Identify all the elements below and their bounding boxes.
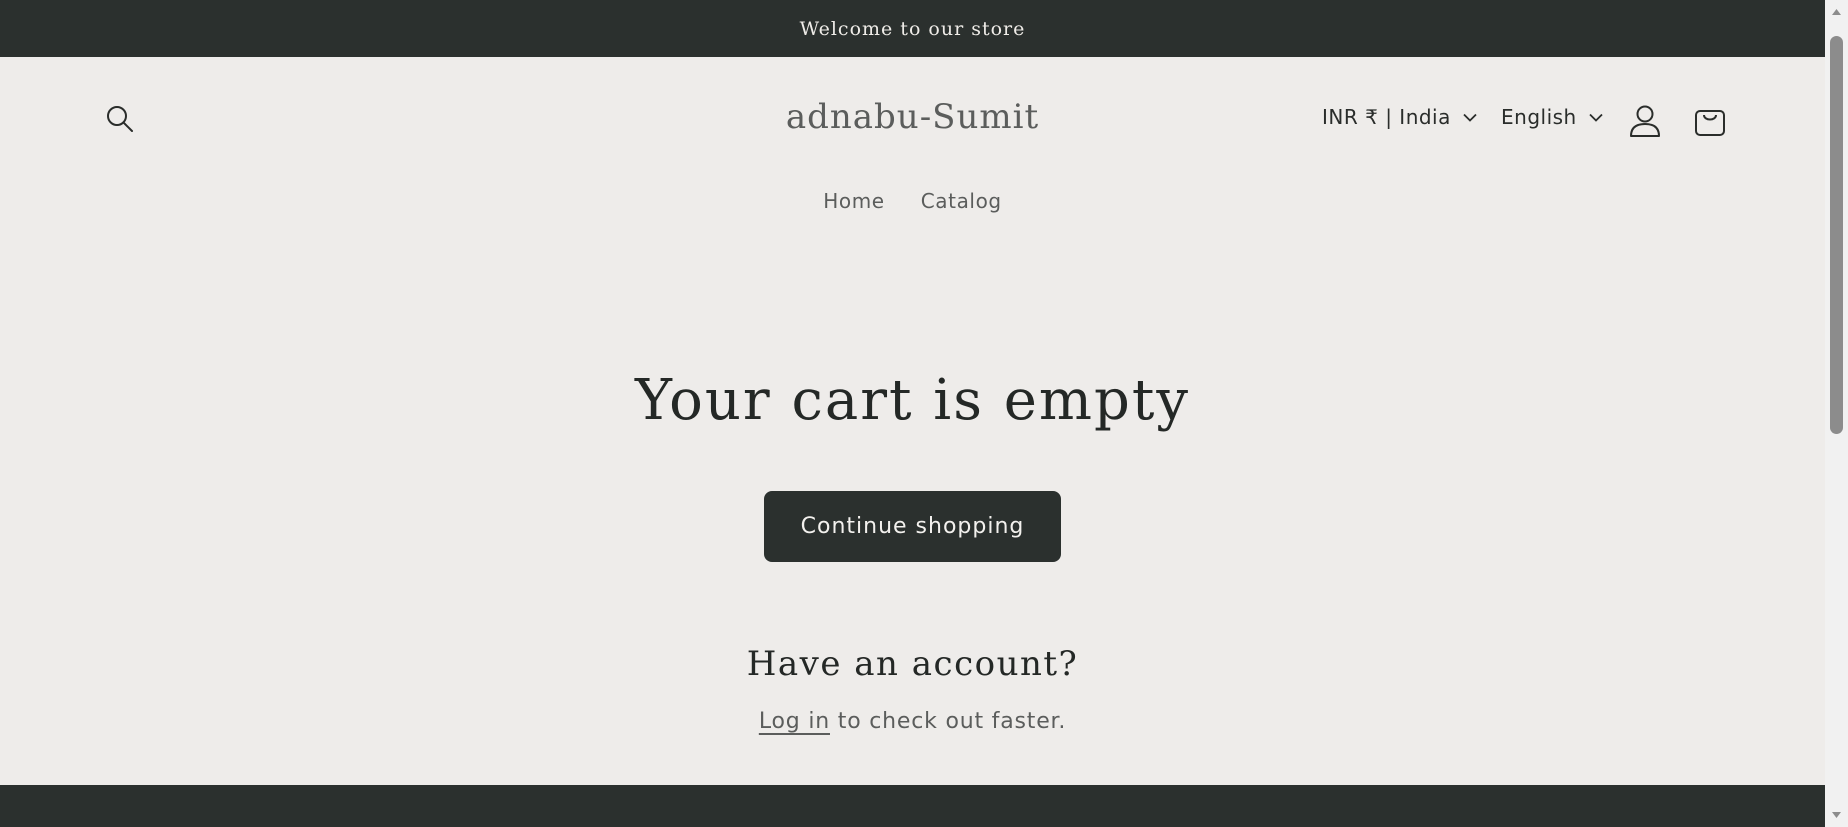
footer-bar	[0, 785, 1825, 827]
cart-icon	[1695, 110, 1725, 136]
login-prompt-text: to check out faster.	[829, 709, 1067, 734]
main-nav: Home Catalog	[0, 189, 1825, 213]
scroll-up-arrow-icon	[1832, 9, 1841, 15]
announcement-bar: Welcome to our store	[0, 0, 1825, 57]
scroll-down-arrow-icon	[1832, 812, 1841, 818]
scroll-up-button[interactable]	[1825, 2, 1848, 22]
account-icon	[1630, 105, 1660, 137]
login-link[interactable]: Log in	[759, 709, 830, 734]
language-selector[interactable]: English	[1501, 105, 1603, 129]
site-header: adnabu-Sumit INR ₹ | India English Home …	[0, 57, 1825, 237]
nav-item-home[interactable]: Home	[823, 189, 884, 213]
page-scrollbar[interactable]	[1825, 0, 1848, 827]
cart-empty-title: Your cart is empty	[635, 368, 1190, 433]
language-selector-label: English	[1501, 105, 1577, 129]
continue-shopping-label: Continue shopping	[800, 514, 1025, 539]
login-prompt: Log in to check out faster.	[0, 709, 1825, 734]
account-button[interactable]	[1625, 101, 1665, 141]
cart-button[interactable]	[1690, 101, 1730, 141]
chevron-down-icon	[1463, 113, 1477, 122]
announcement-text: Welcome to our store	[799, 17, 1026, 40]
store-name-link[interactable]: adnabu-Sumit	[786, 97, 1039, 137]
scroll-down-button[interactable]	[1825, 805, 1848, 825]
page: Welcome to our store adnabu-Sumit INR ₹ …	[0, 0, 1825, 827]
chevron-down-icon	[1589, 113, 1603, 122]
scroll-thumb[interactable]	[1830, 36, 1843, 434]
currency-selector-label: INR ₹ | India	[1322, 105, 1451, 129]
currency-selector[interactable]: INR ₹ | India	[1322, 105, 1477, 129]
nav-item-catalog[interactable]: Catalog	[921, 189, 1002, 213]
continue-shopping-button[interactable]: Continue shopping	[764, 491, 1061, 562]
account-heading: Have an account?	[746, 644, 1079, 684]
